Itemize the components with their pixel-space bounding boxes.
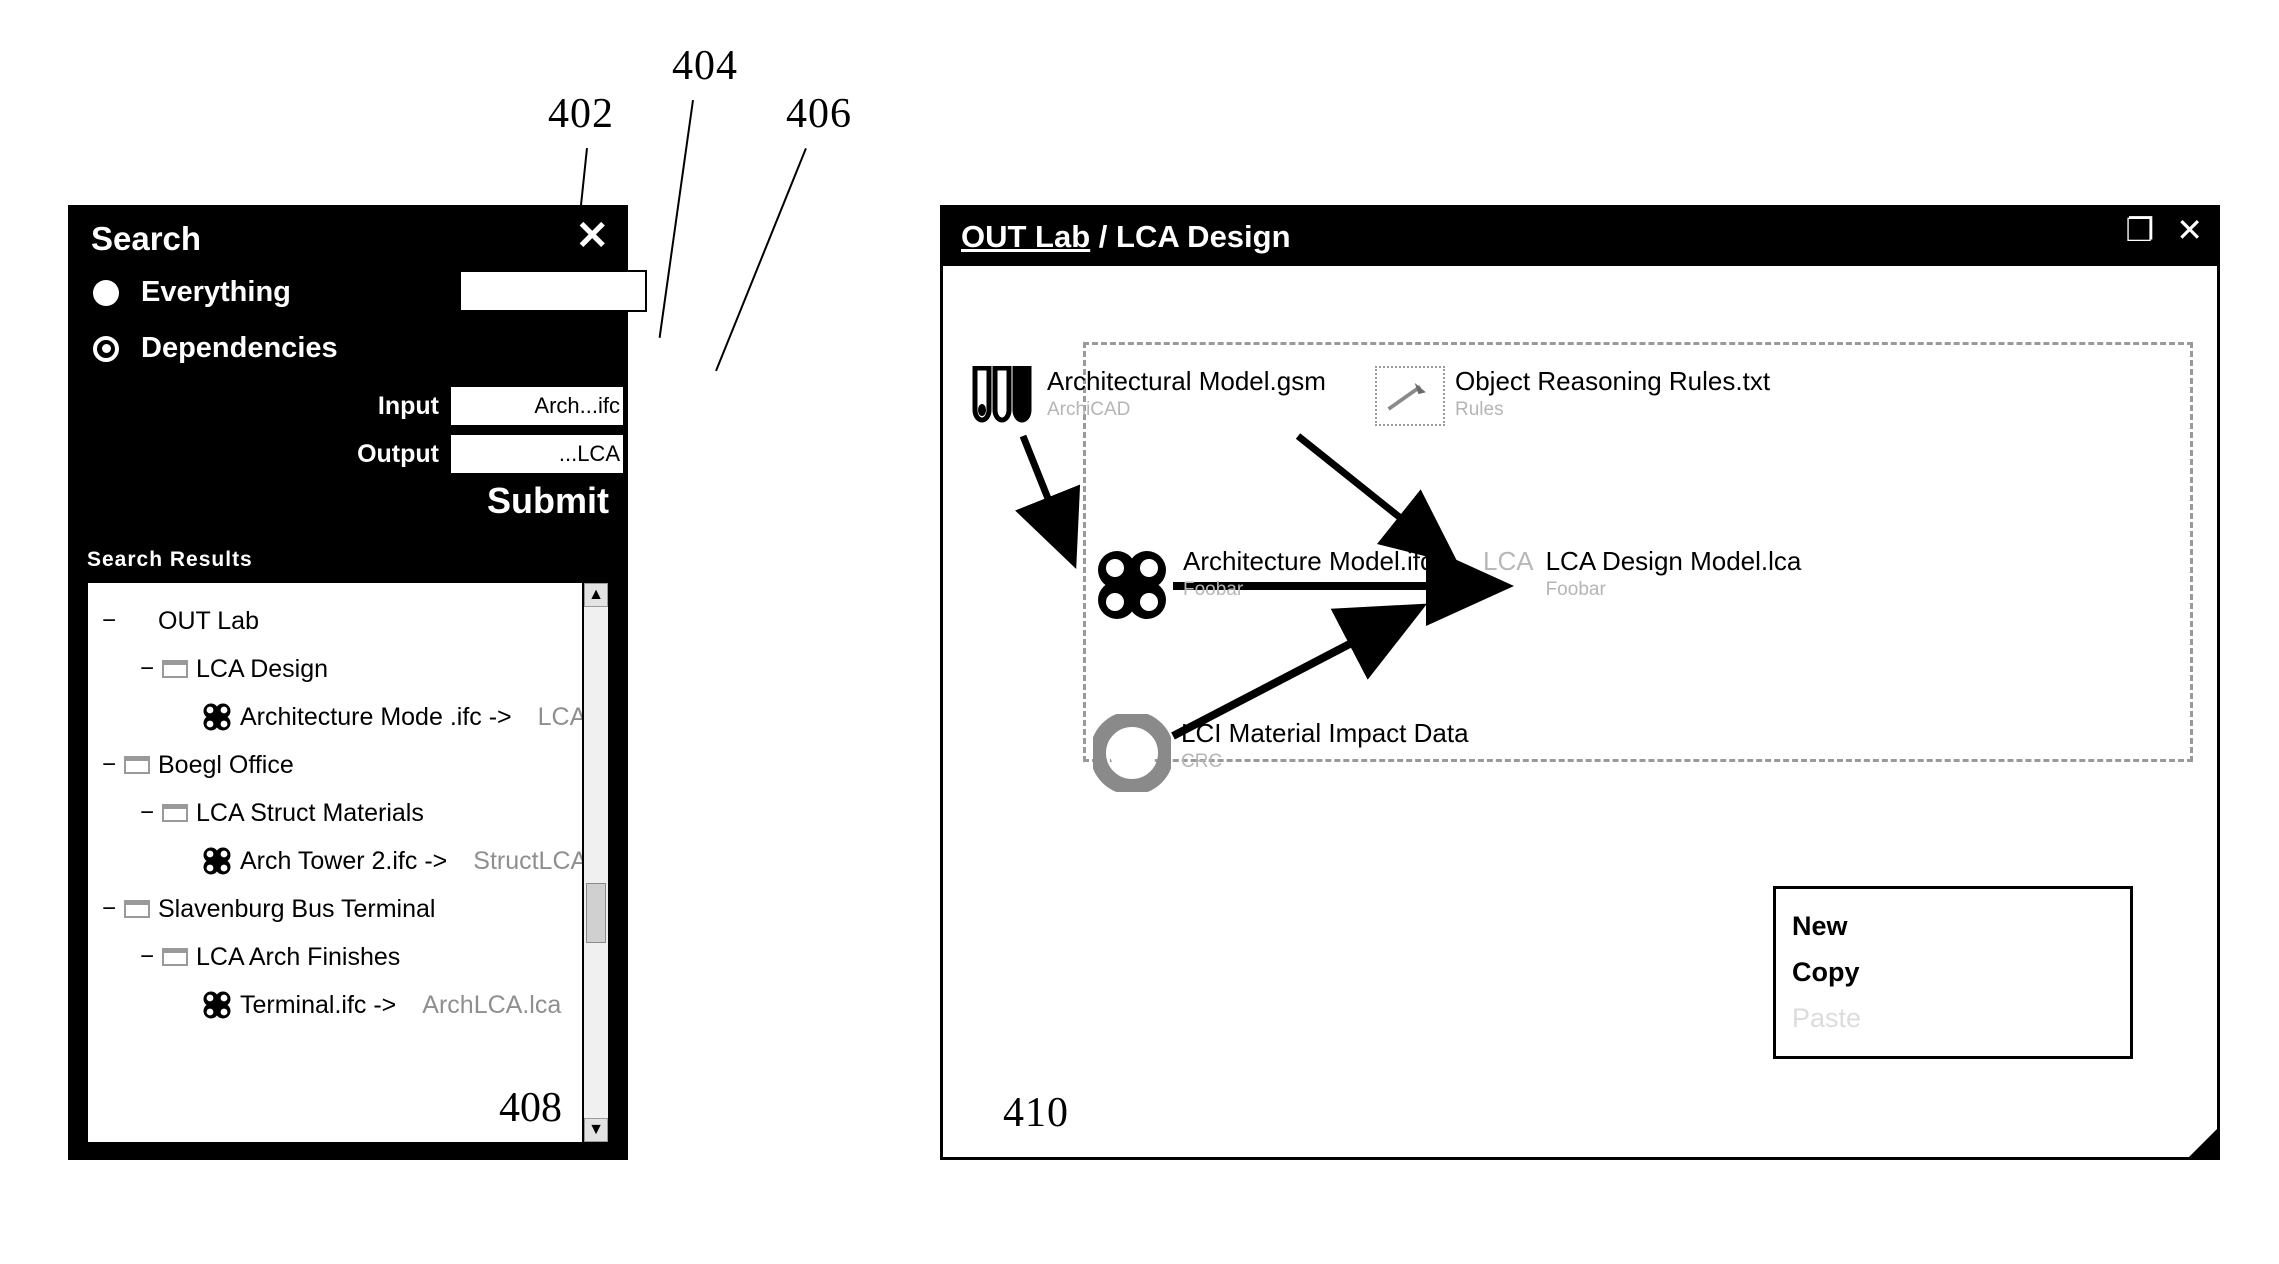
radio-dependencies-indicator[interactable]	[93, 335, 119, 362]
node-sublabel: Foobar	[1183, 579, 1244, 600]
window-controls: ❐ ✕	[2126, 214, 2204, 246]
folder-icon	[124, 900, 150, 918]
scroll-down-button[interactable]: ▼	[584, 1118, 608, 1142]
panel-title: Search	[91, 220, 202, 257]
tree-row[interactable]: − LCA Design	[88, 645, 582, 693]
tree-row[interactable]: − LCA Arch Finishes	[88, 933, 582, 981]
node-object-reasoning-rules-txt[interactable]: Object Reasoning Rules.txt Rules	[1375, 366, 1770, 426]
node-label: Architecture Model.ifc	[1183, 546, 1433, 576]
tree-row[interactable]: − Boegl Office	[88, 741, 582, 789]
radio-dependencies[interactable]: Dependencies	[93, 332, 338, 365]
tree-row[interactable]: − LCA Struct Materials	[88, 789, 582, 837]
context-menu-item-paste: Paste	[1792, 1003, 1862, 1033]
folder-icon	[162, 660, 188, 678]
folder-icon	[162, 948, 188, 966]
tree-row[interactable]: − OUT Lab	[88, 597, 582, 645]
callout-408: 408	[499, 1085, 562, 1131]
scroll-up-button[interactable]: ▲	[584, 583, 608, 607]
breadcrumb[interactable]: OUT Lab / LCA Design	[961, 219, 1291, 255]
output-field[interactable]: ...LCA	[449, 433, 625, 475]
radio-everything-label: Everything	[141, 276, 291, 308]
node-lci-material-impact-data[interactable]: LCI Material Impact Data CRC	[1093, 714, 1469, 792]
dependency-icon	[203, 703, 231, 731]
input-row: Input Arch...ifc	[71, 384, 625, 428]
tree-item-label: LCA Arch Finishes	[196, 942, 401, 971]
node-lca-design-model-lca[interactable]: LCA LCA Design Model.lca Foobar	[1483, 546, 1801, 601]
tree-item-label: Terminal.ifc ->	[240, 990, 397, 1019]
node-label: Architectural Model.gsm	[1047, 366, 1326, 396]
search-results-header: Search Results	[87, 548, 253, 571]
leader-line-404	[658, 100, 694, 338]
folder-icon	[162, 804, 188, 822]
context-menu-item-new[interactable]: New	[1792, 903, 2130, 949]
folder-icon	[124, 756, 150, 774]
ifc-file-icon	[1098, 551, 1166, 619]
tree-expander-icon[interactable]: −	[140, 799, 162, 827]
tree-row[interactable]: Terminal.ifc -> ArchLCA.lca	[88, 981, 582, 1029]
dependency-icon	[203, 847, 231, 875]
close-icon[interactable]: ✕	[2176, 214, 2203, 246]
tree-item-label: Slavenburg Bus Terminal	[158, 894, 436, 923]
breadcrumb-root[interactable]: OUT Lab	[961, 219, 1090, 254]
dependency-icon	[203, 991, 231, 1019]
tree-item-target-label: ArchLCA.lca	[422, 990, 562, 1019]
node-sublabel: Rules	[1455, 399, 1504, 420]
node-sublabel: ArchiCAD	[1047, 399, 1131, 420]
callout-406: 406	[786, 91, 852, 137]
callout-402: 402	[548, 91, 614, 137]
radio-dependencies-label: Dependencies	[141, 332, 338, 364]
graph-canvas[interactable]: Architectural Model.gsm ArchiCAD Object …	[943, 266, 2217, 1157]
tree-item-label: LCA Struct Materials	[196, 798, 424, 827]
tree-expander-icon[interactable]: −	[140, 943, 162, 971]
callout-404: 404	[672, 43, 738, 89]
node-label: LCA Design Model.lca	[1545, 546, 1802, 576]
results-scrollbar[interactable]: ▲ ▼	[582, 583, 608, 1142]
output-label: Output	[357, 439, 439, 468]
leader-line-406	[715, 148, 807, 372]
callout-410: 410	[1003, 1090, 1069, 1136]
everything-search-input[interactable]	[459, 270, 647, 312]
radio-everything[interactable]: Everything	[93, 276, 291, 309]
node-sublabel: Foobar	[1545, 579, 1606, 600]
close-icon[interactable]: ✕	[575, 216, 609, 256]
tree-expander-icon[interactable]: −	[102, 607, 124, 635]
tree-item-label: LCA Design	[196, 654, 329, 683]
tree-expander-icon[interactable]: −	[102, 895, 124, 923]
node-architectural-model-gsm[interactable]: Architectural Model.gsm ArchiCAD	[971, 366, 1326, 428]
node-sublabel: CRC	[1181, 751, 1223, 772]
context-menu[interactable]: New Copy Paste	[1773, 886, 2133, 1059]
tree-item-label: Arch Tower 2.ifc ->	[240, 846, 448, 875]
breadcrumb-rest: / LCA Design	[1090, 219, 1291, 254]
restore-window-icon[interactable]: ❐	[2126, 214, 2155, 246]
tree-item-label: OUT Lab	[158, 606, 259, 635]
node-label: Object Reasoning Rules.txt	[1455, 366, 1771, 396]
graph-titlebar: OUT Lab / LCA Design ❐ ✕	[943, 208, 2217, 266]
graph-panel: OUT Lab / LCA Design ❐ ✕ Architectural M…	[940, 205, 2220, 1160]
tree-expander-icon[interactable]: −	[102, 751, 124, 779]
input-label: Input	[377, 391, 439, 420]
output-row: Output ...LCA	[71, 432, 625, 476]
node-type-tag: LCA	[1483, 546, 1534, 576]
context-menu-item-copy[interactable]: Copy	[1792, 949, 2130, 995]
node-label: LCI Material Impact Data	[1181, 718, 1469, 748]
node-architecture-model-ifc[interactable]: Architecture Model.ifc Foobar	[1091, 544, 1433, 626]
tree-row[interactable]: Architecture Mode .ifc ->LCADesign l	[88, 693, 608, 741]
tree-item-label: Boegl Office	[158, 750, 294, 779]
scrollbar-thumb[interactable]	[586, 883, 606, 943]
radio-dependencies-dot	[101, 344, 111, 353]
search-panel: Search ✕ Everything Dependencies Input A…	[68, 205, 647, 1160]
tree-row[interactable]: Arch Tower 2.ifc -> StructLCA.lca	[88, 837, 608, 885]
tree-item-label: Architecture Mode .ifc ->	[240, 702, 512, 731]
tree-row[interactable]: − Slavenburg Bus Terminal	[88, 885, 582, 933]
resize-corner-handle[interactable]	[2189, 1129, 2217, 1157]
txt-file-icon	[1375, 366, 1445, 426]
input-field[interactable]: Arch...ifc	[449, 385, 625, 427]
submit-button[interactable]: Submit	[487, 480, 609, 522]
gsm-file-icon	[972, 366, 1032, 423]
search-results-tree: − OUT Lab − LCA Design Architecture Mode .i…	[88, 583, 608, 1142]
radio-everything-indicator[interactable]	[93, 279, 119, 306]
search-results-box: − OUT Lab − LCA Design Architecture Mode .i…	[85, 580, 611, 1145]
tree-expander-icon[interactable]: −	[140, 655, 162, 683]
database-icon	[1093, 714, 1171, 792]
